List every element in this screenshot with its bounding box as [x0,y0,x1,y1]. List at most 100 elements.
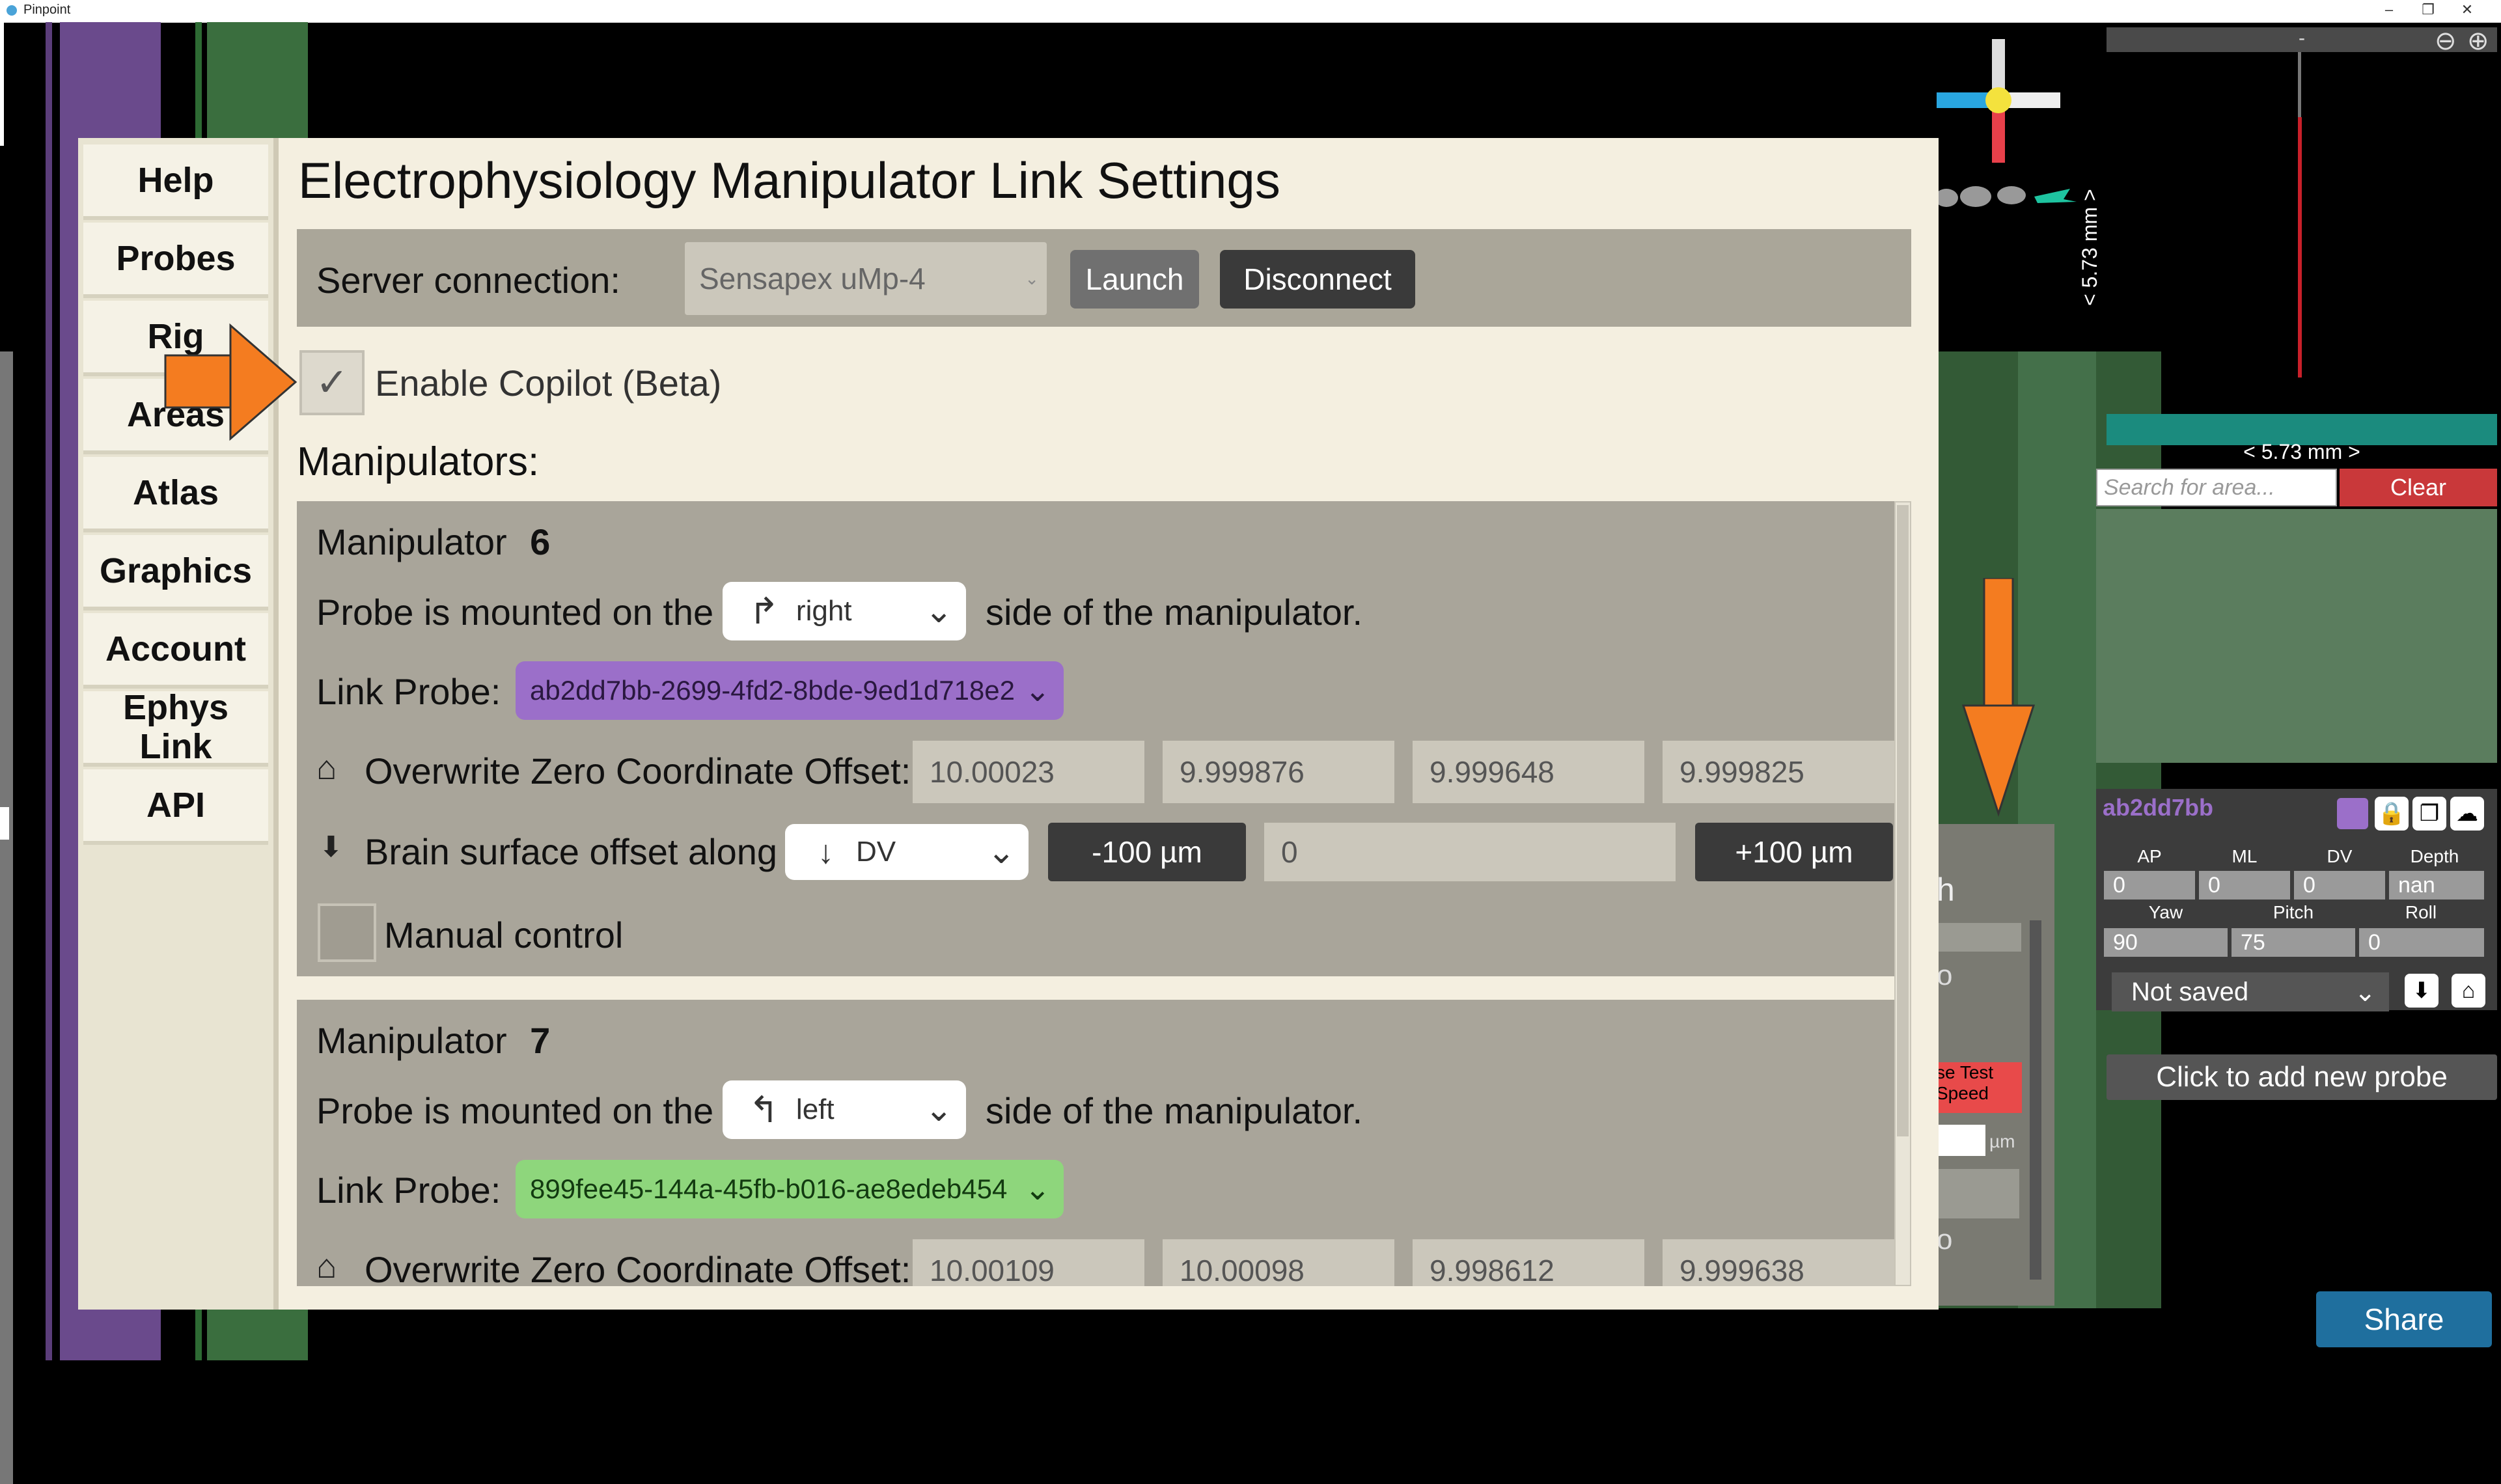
copy-icon[interactable]: ❐ [2412,797,2446,831]
probe-name: ab2dd7bb [2103,794,2214,821]
server-select-value: Sensapex uMp-4 [699,262,926,295]
manipulator-id: 6 [530,521,551,562]
menu-api[interactable]: API [83,769,268,845]
speed-animals-icon[interactable] [1930,177,2080,216]
scene-edge [0,351,13,1484]
link-probe-select[interactable]: ab2dd7bb-2699-4fd2-8bde-9ed1d718e2 ⌄ [516,661,1064,720]
zero-offset-ml[interactable]: 9.999876 [1163,741,1394,803]
mount-side-select[interactable]: ↰ left ⌄ [723,1080,966,1139]
menu-ephys-link[interactable]: Ephys Link [83,688,268,767]
arrow-down-icon: ↓ [818,834,834,870]
zero-offset-ml[interactable]: 10.00098 [1163,1239,1394,1286]
window-titlebar: Pinpoint – ❐ ✕ [0,0,2501,23]
link-probe-value: ab2dd7bb-2699-4fd2-8bde-9ed1d718e2 [530,675,1016,706]
manipulator-id: 7 [530,1020,551,1061]
unit-label: µm [1989,1131,2015,1151]
ml-field[interactable]: 0 [2199,871,2290,900]
ap-field[interactable]: 0 [2104,871,2195,900]
manual-control-checkbox[interactable] [318,903,376,962]
menu-help[interactable]: Help [83,144,268,220]
scene-edge [0,22,4,146]
brain-axis-select[interactable]: ↓ DV ⌄ [785,824,1029,880]
check-icon: ✓ [315,361,349,404]
manipulator-title: Manipulator 6 [316,521,550,563]
copilot-checkbox[interactable]: ✓ [299,350,365,415]
link-probe-select[interactable]: 899fee45-144a-45fb-b016-ae8edeb454 ⌄ [516,1160,1064,1218]
link-probe-label: Link Probe: [316,671,501,712]
mount-prefix: Probe is mounted on the [316,592,714,633]
pitch-field[interactable]: 75 [2232,928,2355,957]
add-probe-button[interactable]: Click to add new probe [2107,1054,2497,1100]
download-icon[interactable]: ⬇ [2405,974,2439,1008]
test-speed-button[interactable]: se Test Speed [1933,1062,2022,1113]
dv-field[interactable]: 0 [2294,871,2385,900]
manipulator-title: Manipulator 7 [316,1019,550,1062]
window-title: Pinpoint [23,3,71,17]
zoom-in-icon[interactable]: ⊕ [2467,26,2489,56]
chevron-down-icon: ⌄ [924,592,953,630]
ap-label: AP [2137,846,2162,866]
share-button[interactable]: Share [2316,1291,2492,1347]
yaw-field[interactable]: 90 [2104,928,2228,957]
minus-100um-button[interactable]: -100 µm [1048,823,1246,881]
dv-label: DV [2327,846,2353,866]
zero-offset-dv[interactable]: 9.999648 [1413,741,1644,803]
menu-probes[interactable]: Probes [83,223,268,298]
zero-offset-dv[interactable]: 9.998612 [1413,1239,1644,1286]
menu-atlas[interactable]: Atlas [83,457,268,532]
probe-top-line [2298,52,2301,117]
scrollbar-thumb[interactable] [1897,505,1909,1136]
depth-label: Depth [2410,846,2459,866]
close-button[interactable]: ✕ [2448,1,2487,18]
axis-gizmo-icon[interactable] [1927,33,2070,176]
mount-side-select[interactable]: ↱ right ⌄ [723,582,966,640]
pitch-label: Pitch [2273,902,2314,922]
zoom-out-icon[interactable]: ⊖ [2435,26,2457,56]
save-state-dropdown[interactable]: Not saved ⌄ [2112,972,2389,1011]
server-select[interactable]: Sensapex uMp-4 ⌄ [685,242,1047,315]
restore-button[interactable]: ❐ [2409,1,2448,18]
turn-right-icon: ↱ [749,590,779,631]
link-probe-value: 899fee45-144a-45fb-b016-ae8edeb454 [530,1174,1008,1204]
menu-graphics[interactable]: Graphics [83,535,268,611]
save-state-value: Not saved [2131,977,2249,1006]
zero-offset-label: Overwrite Zero Coordinate Offset: [365,1249,911,1286]
area-search-input[interactable]: Search for area... [2096,469,2337,506]
mount-side-value: left [795,1093,835,1125]
roll-field[interactable]: 0 [2359,928,2484,957]
launch-button[interactable]: Launch [1070,250,1199,309]
brain-offset-label: Brain surface offset along [365,831,778,872]
mount-suffix: side of the manipulator. [986,592,1363,633]
scene-stripe [46,22,52,1360]
yaw-label: Yaw [2148,902,2183,922]
hidden-panel-text: o [1937,959,1953,991]
home-icon: ⌂ [316,749,337,787]
mount-prefix: Probe is mounted on the [316,1090,714,1131]
scene-mark [0,807,9,840]
menu-account[interactable]: Account [83,613,268,689]
area-list [2096,509,2497,763]
plus-100um-button[interactable]: +100 µm [1695,823,1893,881]
clear-button[interactable]: Clear [2340,469,2497,506]
home-icon[interactable]: ⌂ [2452,974,2485,1008]
minimize-button[interactable]: – [2370,1,2409,18]
disconnect-button[interactable]: Disconnect [1220,250,1415,309]
depth-field[interactable]: nan [2389,871,2484,900]
link-probe-label: Link Probe: [316,1170,501,1211]
brain-axis-value: DV [856,836,896,868]
app-icon [5,4,18,17]
probe-line [2298,117,2302,378]
hidden-panel-text: o [1937,1224,1953,1256]
zero-offset-depth[interactable]: 9.999825 [1663,741,1894,803]
zero-offset-ap[interactable]: 10.00023 [913,741,1144,803]
hidden-panel-scrollbar[interactable] [2030,920,2041,1280]
ml-label: ML [2232,846,2258,866]
probe-color-swatch[interactable] [2337,798,2368,829]
brain-offset-field[interactable]: 0 [1264,823,1676,881]
lock-icon[interactable]: 🔒 [2375,797,2409,831]
zero-offset-ap[interactable]: 10.00109 [913,1239,1144,1286]
cloud-icon[interactable]: ☁ [2450,797,2484,831]
zero-offset-depth[interactable]: 9.999638 [1663,1239,1894,1286]
speed-input[interactable] [1933,1125,1985,1156]
chevron-down-icon: ⌄ [1024,674,1051,708]
